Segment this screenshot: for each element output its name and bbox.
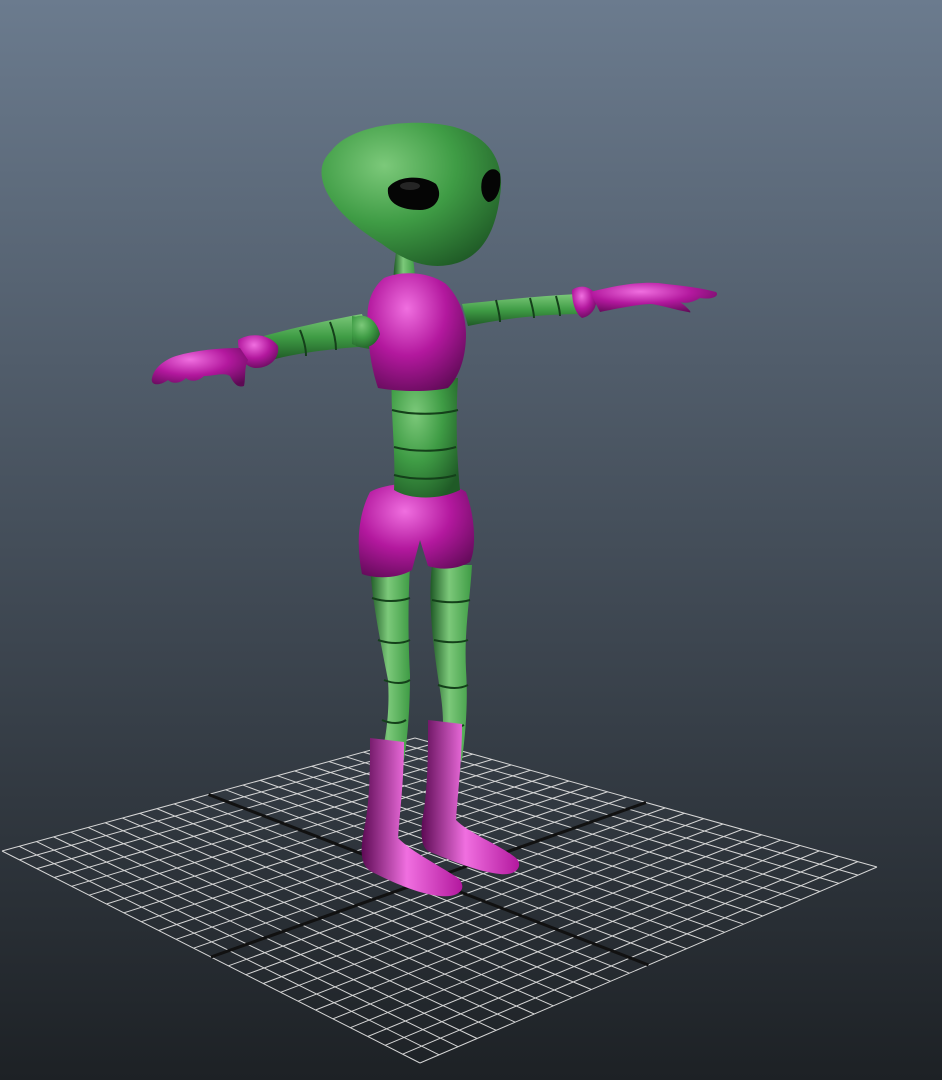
viewport-canvas[interactable] [0,0,942,1080]
3d-viewport[interactable] [0,0,942,1080]
torso-segments [391,378,460,498]
